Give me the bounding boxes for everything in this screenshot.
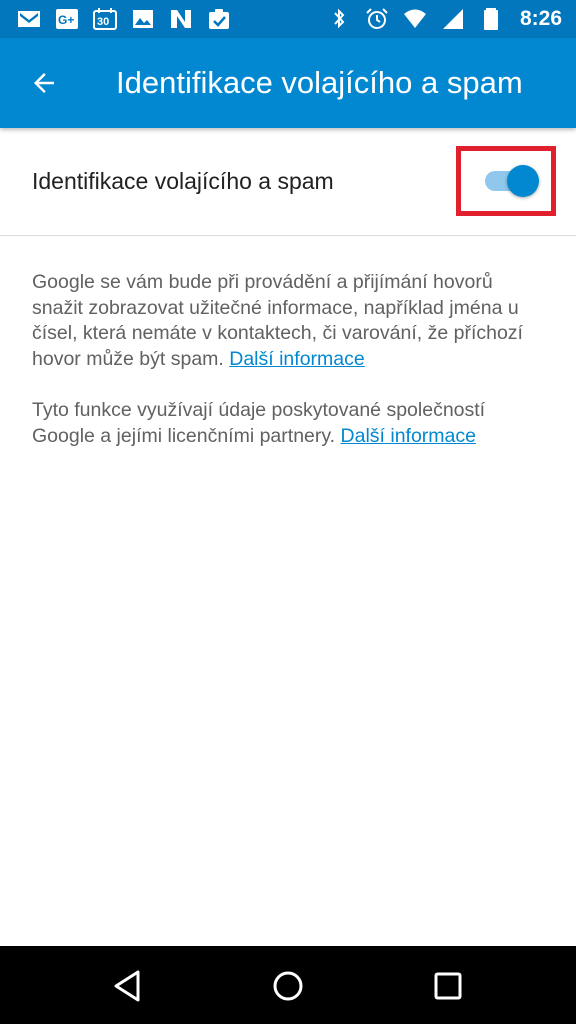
learn-more-link-2[interactable]: Další informace — [341, 425, 476, 447]
svg-text:G+: G+ — [58, 13, 74, 27]
arrow-back-icon — [34, 73, 54, 93]
photos-icon — [130, 8, 156, 30]
nav-back-icon — [114, 970, 140, 1002]
google-plus-icon: G+ — [54, 8, 80, 30]
navigation-bar — [0, 946, 576, 1024]
app-bar: Identifikace volajícího a spam — [0, 38, 576, 128]
calendar-icon: 30 — [92, 8, 118, 30]
task-icon — [206, 8, 232, 30]
description-paragraph-2: Tyto funkce využívají údaje poskytované … — [32, 398, 548, 449]
nav-home-button[interactable] — [266, 964, 310, 1008]
description-paragraph-1: Google se vám bude při provádění a přijí… — [32, 270, 548, 372]
calendar-day: 30 — [97, 16, 109, 28]
nav-home-icon — [273, 971, 303, 1001]
status-time: 8:26 — [519, 7, 562, 30]
nav-back-button[interactable] — [106, 964, 150, 1008]
screen: G+ 30 8:26 Identifikace volajícího a spa… — [0, 0, 576, 1024]
signal-icon — [440, 8, 466, 30]
setting-row-caller-id[interactable]: Identifikace volajícího a spam — [0, 128, 576, 236]
gmail-icon — [16, 8, 42, 30]
alarm-icon — [364, 8, 390, 30]
toggle-thumb — [507, 165, 539, 197]
battery-icon — [478, 8, 504, 30]
nav-recents-icon — [434, 972, 462, 1000]
back-button[interactable] — [14, 53, 74, 113]
description: Google se vám bude při provádění a přijí… — [32, 270, 548, 475]
caller-id-spam-toggle[interactable] — [485, 165, 541, 197]
status-bar: G+ 30 8:26 — [0, 0, 576, 38]
wifi-icon — [402, 8, 428, 30]
notification-icons: G+ 30 — [16, 8, 232, 30]
newsstand-icon — [168, 8, 194, 30]
page-title: Identifikace volajícího a spam — [116, 65, 523, 100]
system-icons: 8:26 — [326, 7, 562, 31]
bluetooth-icon — [326, 8, 352, 30]
learn-more-link-1[interactable]: Další informace — [229, 348, 364, 370]
nav-recents-button[interactable] — [426, 964, 470, 1008]
setting-label: Identifikace volajícího a spam — [32, 168, 334, 194]
